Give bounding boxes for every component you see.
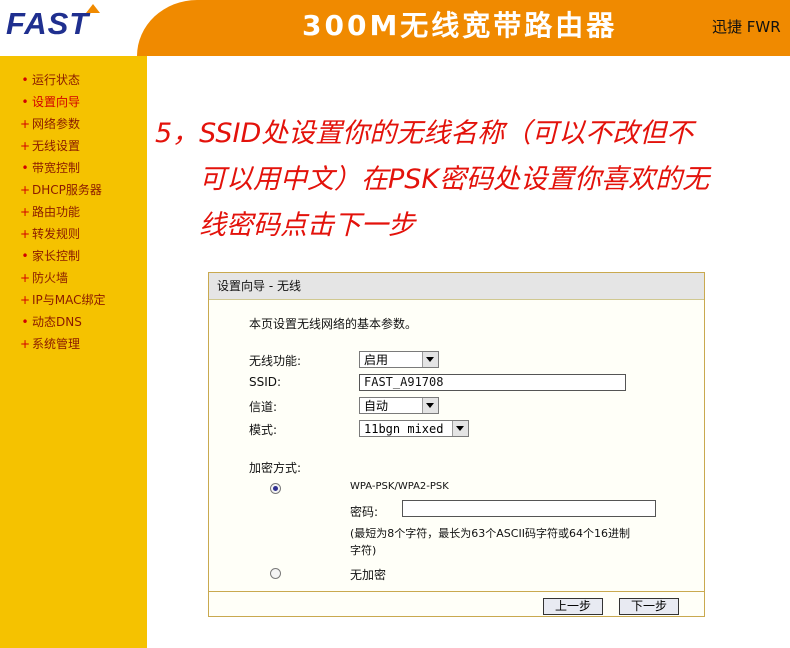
no-encryption-radio[interactable] [270, 568, 281, 579]
bullet-icon: • [21, 73, 29, 87]
sidebar-item-label: DHCP服务器 [32, 183, 102, 197]
brand-name: 迅捷 FWR [712, 18, 781, 36]
sidebar-item-wireless[interactable]: + 无线设置 [20, 138, 106, 160]
prev-step-button[interactable]: 上一步 [543, 598, 603, 615]
sidebar-item-label: 家长控制 [32, 249, 81, 263]
instruction-line: 可以用中文）在PSK密码处设置你喜欢的无 [199, 164, 710, 195]
panel-title: 设置向导 - 无线 [209, 273, 704, 300]
panel-divider [209, 591, 704, 592]
sidebar-item-ddns[interactable]: • 动态DNS [20, 314, 106, 336]
sidebar-item-system[interactable]: + 系统管理 [20, 336, 106, 358]
sidebar-item-label: 带宽控制 [32, 161, 81, 175]
sidebar-item-label: 转发规则 [32, 227, 81, 241]
password-label: 密码: [350, 505, 379, 519]
dropdown-arrow-icon[interactable] [422, 398, 438, 413]
fast-logo: FAST [6, 4, 100, 42]
sidebar-item-label: 防火墙 [32, 271, 69, 285]
password-hint-line: 字符) [350, 544, 377, 557]
wpa-psk-radio[interactable] [270, 483, 281, 494]
wireless-function-select[interactable]: 启用 [359, 351, 439, 368]
bullet-icon: • [21, 249, 29, 263]
plus-icon: + [20, 293, 31, 307]
mode-select[interactable]: 11bgn mixed [359, 420, 469, 437]
encryption-label: 加密方式: [249, 461, 302, 475]
sidebar-item-status[interactable]: • 运行状态 [20, 72, 106, 94]
sidebar-item-routing[interactable]: + 路由功能 [20, 204, 106, 226]
plus-icon: + [20, 205, 31, 219]
sidebar-item-label: 无线设置 [32, 139, 81, 153]
sidebar-item-label: 系统管理 [32, 337, 81, 351]
ssid-label: SSID: [249, 375, 282, 389]
sidebar-item-label: 动态DNS [32, 315, 82, 329]
logo-text: FAST [6, 6, 90, 41]
plus-icon: + [20, 139, 31, 153]
select-value: 11bgn mixed [364, 422, 444, 436]
panel-description: 本页设置无线网络的基本参数。 [249, 317, 418, 331]
header: FAST 300M无线宽带路由器 迅捷 FWR [0, 0, 790, 56]
plus-icon: + [20, 227, 31, 241]
dropdown-arrow-icon[interactable] [422, 352, 438, 367]
password-hint-line: (最短为8个字符，最长为63个ASCII码字符或64个16进制 [350, 527, 630, 540]
logo-arrow-icon [86, 4, 100, 13]
sidebar-item-label: 运行状态 [32, 73, 81, 87]
plus-icon: + [20, 117, 31, 131]
bullet-icon: • [21, 315, 29, 329]
sidebar: • 运行状态 • 设置向导 + 网络参数 + 无线设置 • 带宽控制 + DHCP服务器 +… [0, 56, 147, 648]
channel-label: 信道: [249, 400, 278, 414]
product-title: 300M无线宽带路由器 [302, 9, 618, 42]
password-input[interactable] [402, 500, 656, 517]
bullet-icon: • [21, 95, 29, 109]
dropdown-arrow-icon[interactable] [452, 421, 468, 436]
bullet-icon: • [21, 161, 29, 175]
select-value: 启用 [364, 353, 389, 367]
wireless-setup-panel: 设置向导 - 无线 本页设置无线网络的基本参数。 无线功能: 启用 SSID: … [208, 272, 705, 617]
channel-select[interactable]: 自动 [359, 397, 439, 414]
plus-icon: + [20, 183, 31, 197]
instruction-line: 线密码点击下一步 [199, 210, 415, 241]
no-encryption-label: 无加密 [350, 568, 387, 582]
wireless-function-label: 无线功能: [249, 354, 302, 368]
select-value: 自动 [364, 399, 389, 413]
sidebar-item-label: 设置向导 [32, 95, 81, 109]
instruction-line: 5，SSID处设置你的无线名称（可以不改但不 [155, 118, 694, 149]
sidebar-item-label: IP与MAC绑定 [32, 293, 106, 307]
wpa-psk-label: WPA-PSK/WPA2-PSK [350, 481, 449, 492]
ssid-input[interactable]: FAST_A91708 [359, 374, 626, 391]
sidebar-item-parental[interactable]: • 家长控制 [20, 248, 106, 270]
sidebar-item-label: 网络参数 [32, 117, 81, 131]
plus-icon: + [20, 337, 31, 351]
plus-icon: + [20, 271, 31, 285]
sidebar-item-ip-mac[interactable]: + IP与MAC绑定 [20, 292, 106, 314]
instruction-text: 5，SSID处设置你的无线名称（可以不改但不 可以用中文）在PSK密码处设置你喜… [155, 111, 775, 249]
sidebar-item-firewall[interactable]: + 防火墙 [20, 270, 106, 292]
sidebar-item-network[interactable]: + 网络参数 [20, 116, 106, 138]
sidebar-item-forwarding[interactable]: + 转发规则 [20, 226, 106, 248]
sidebar-item-setup-wizard[interactable]: • 设置向导 [20, 94, 106, 116]
sidebar-item-bandwidth[interactable]: • 带宽控制 [20, 160, 106, 182]
sidebar-menu: • 运行状态 • 设置向导 + 网络参数 + 无线设置 • 带宽控制 + DHCP服务器 +… [20, 72, 106, 358]
sidebar-item-label: 路由功能 [32, 205, 81, 219]
sidebar-item-dhcp[interactable]: + DHCP服务器 [20, 182, 106, 204]
next-step-button[interactable]: 下一步 [619, 598, 679, 615]
mode-label: 模式: [249, 423, 278, 437]
